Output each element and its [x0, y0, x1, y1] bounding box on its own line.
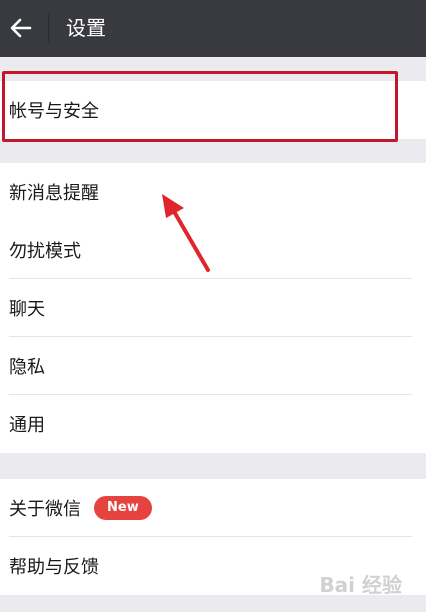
settings-item-label: 隐私 [9, 357, 45, 378]
settings-item-label: 关于微信 [9, 499, 81, 520]
watermark: Bai 经验 [319, 573, 402, 597]
settings-item-privacy[interactable]: 隐私 [0, 337, 426, 395]
header-divider [48, 14, 49, 42]
top-bar: 设置 [0, 0, 426, 57]
settings-item-label: 新消息提醒 [9, 183, 99, 204]
back-arrow-icon [10, 18, 32, 38]
settings-item-label: 聊天 [9, 299, 45, 320]
annotation-arrow-icon [162, 194, 210, 272]
settings-item-label: 帮助与反馈 [9, 557, 99, 578]
settings-item-label: 通用 [9, 415, 45, 436]
settings-item-general[interactable]: 通用 [0, 395, 426, 453]
annotation-highlight-box [2, 71, 398, 142]
settings-item-about-wechat[interactable]: 关于微信 New [0, 479, 426, 537]
page-title: 设置 [66, 16, 106, 40]
settings-item-chat[interactable]: 聊天 [0, 279, 426, 337]
back-button[interactable] [8, 14, 34, 42]
new-badge: New [94, 496, 152, 520]
settings-item-label: 勿扰模式 [9, 241, 81, 262]
